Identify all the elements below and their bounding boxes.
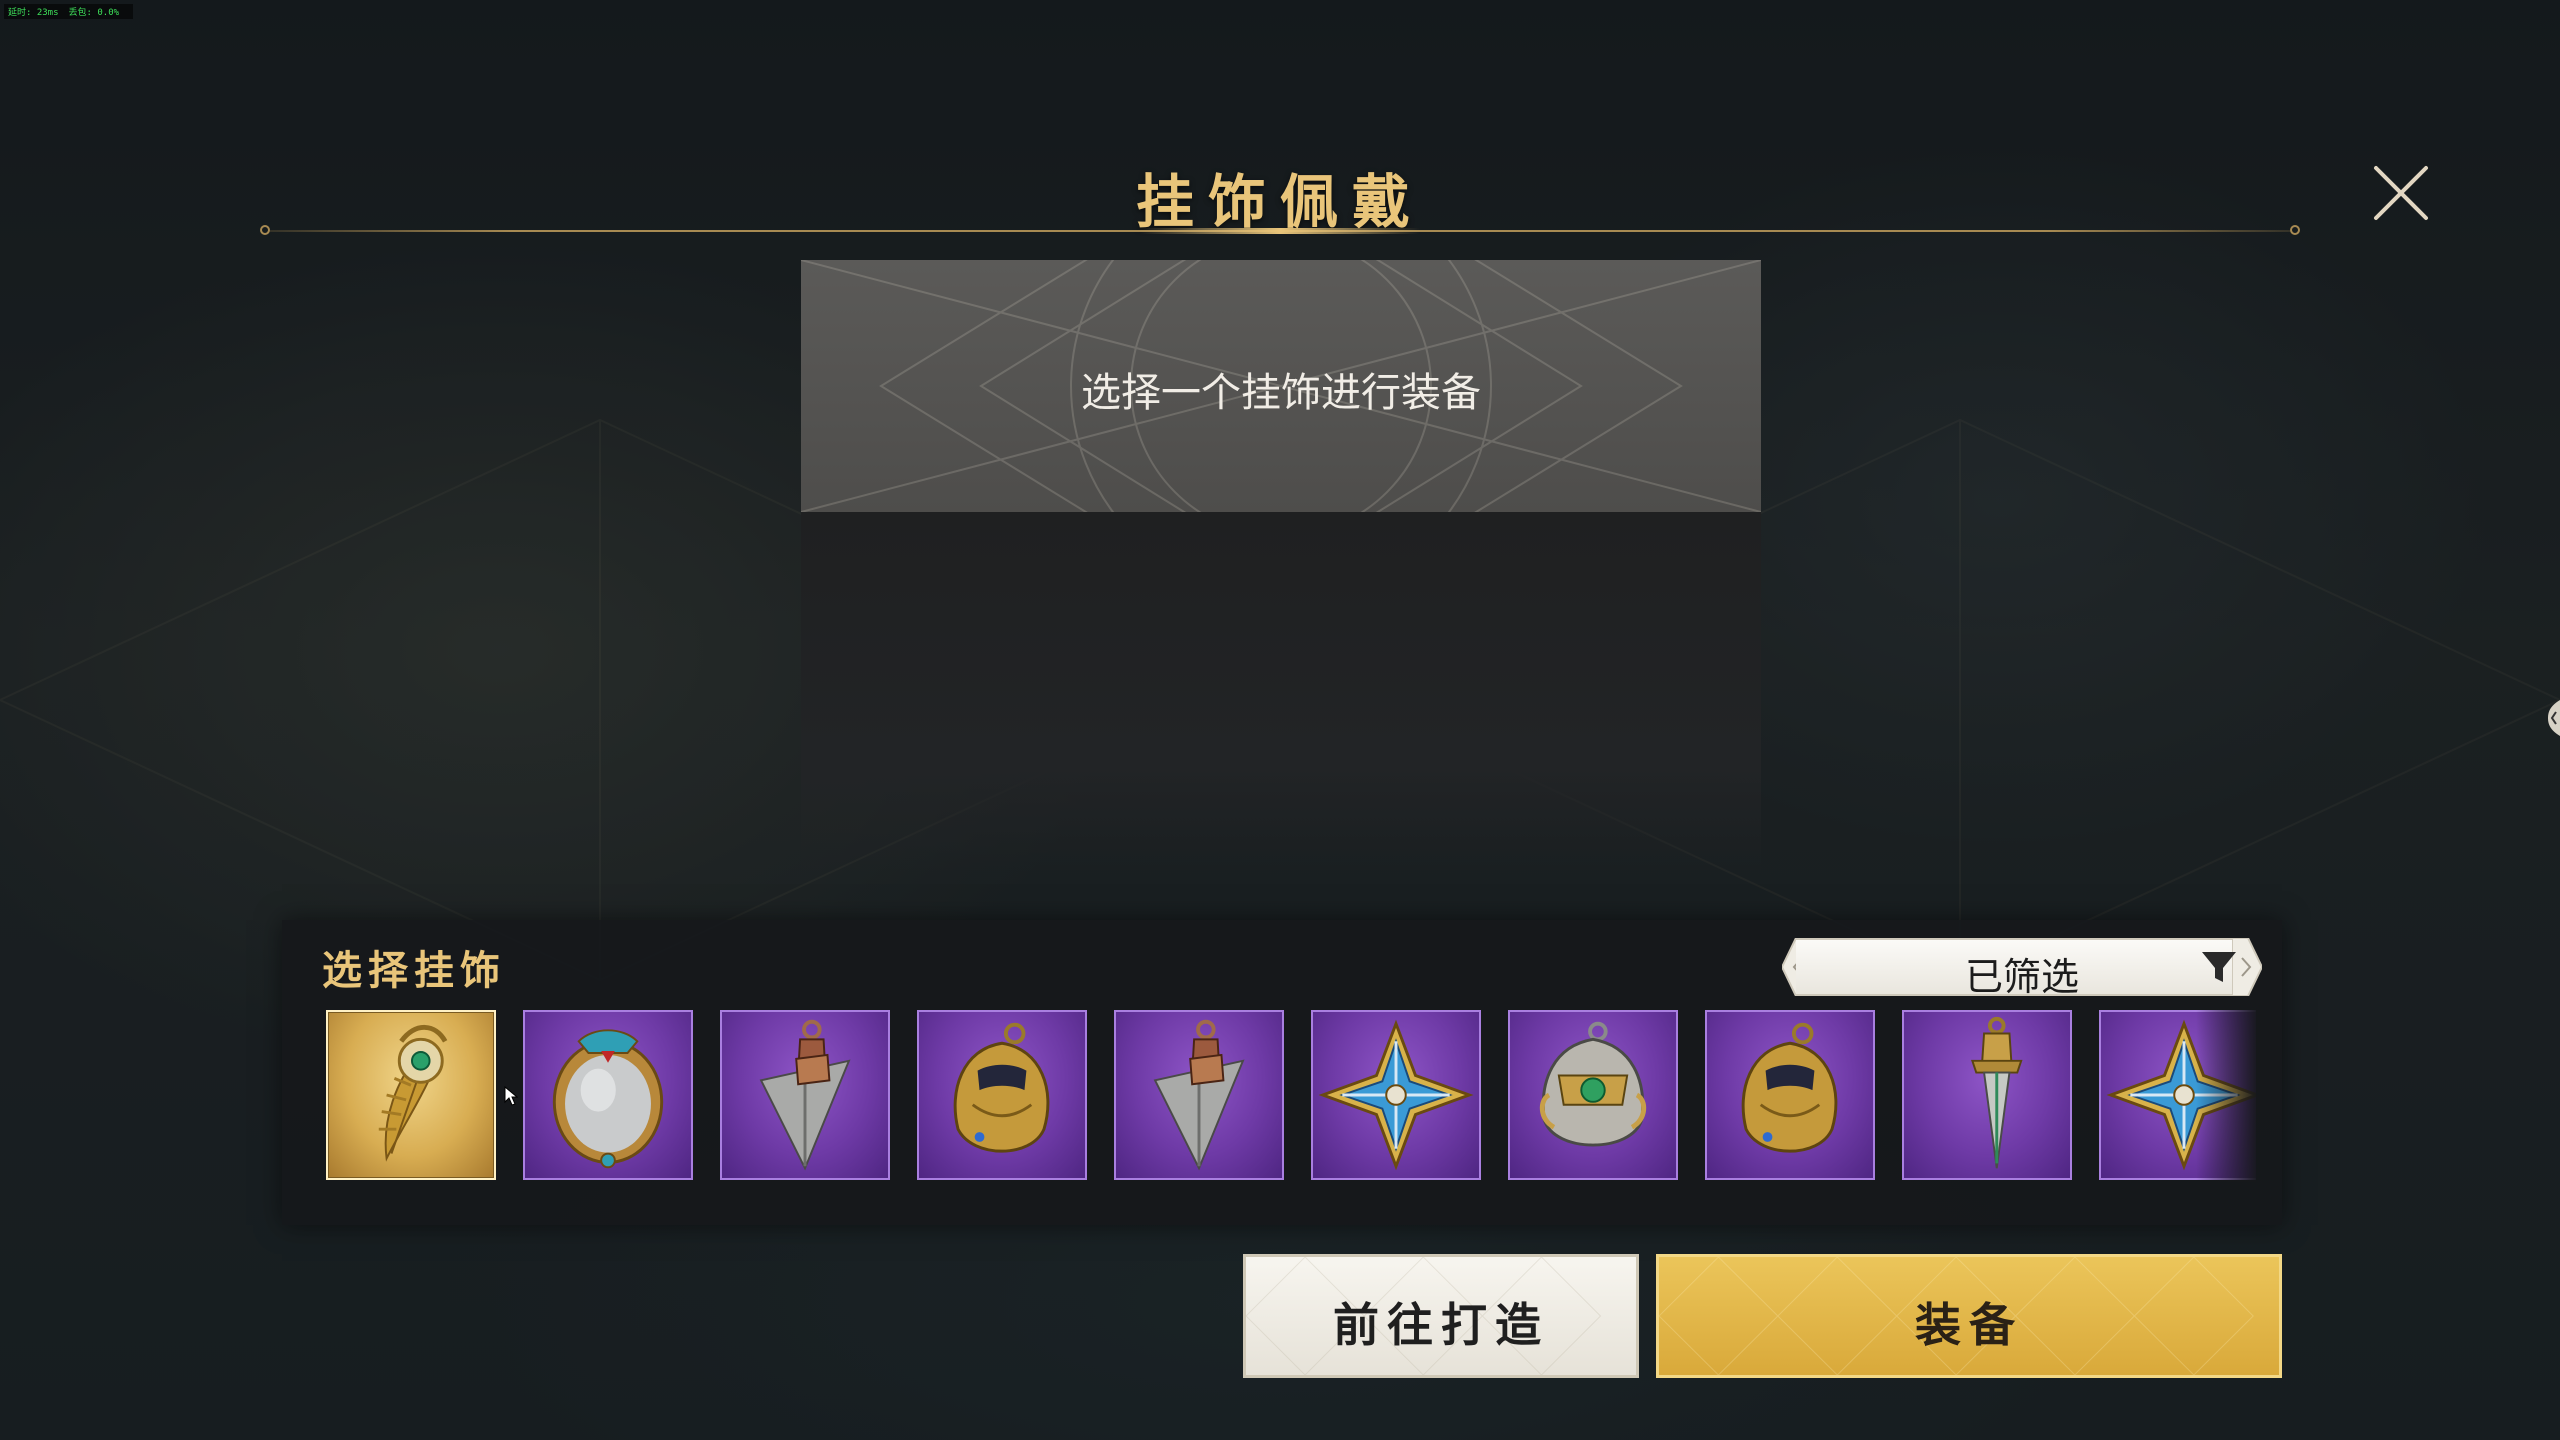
close-icon [2374,166,2428,220]
perf-overlay: 延时: 23ms 丢包: 0.0% [4,4,134,19]
golden-bell-icon [953,1022,1050,1153]
dagger-icon [1970,1016,2023,1169]
pendant-slot-arrowhead-2[interactable] [1114,1010,1284,1180]
filter-button[interactable]: 已筛选 [1782,938,2262,999]
pendant-slot-golden-bell-2[interactable] [1705,1010,1875,1180]
pendant-slot-dagger[interactable] [1902,1010,2072,1180]
funnel-icon [2202,952,2236,982]
pendant-slot-golden-bell-1[interactable] [917,1010,1087,1180]
pendant-slot-silver-shield[interactable] [1508,1010,1678,1180]
equip-label: 装备 [1915,1298,2023,1352]
pendant-slot-golden-feather[interactable] [326,1010,496,1180]
pendant-selection-panel: 选择挂饰 已筛选 [282,920,2282,1225]
blue-star-icon [2106,1019,2256,1171]
arrowhead-icon [1153,1019,1245,1171]
pendant-slot-blue-star-2[interactable] [2099,1010,2256,1180]
title-divider [260,225,2300,235]
close-button[interactable] [2368,160,2434,226]
preview-model-area [801,512,1761,872]
pendant-list [326,1010,2256,1182]
silver-mirror-icon [552,1029,664,1169]
filter-label: 已筛选 [1964,955,2079,999]
preview-banner: 选择一个挂饰进行装备 [801,260,1761,512]
preview-hint-text: 选择一个挂饰进行装备 [1081,370,1481,416]
panel-title: 选择挂饰 [322,947,506,994]
pendant-slot-arrowhead-1[interactable] [720,1010,890,1180]
mouse-cursor-icon [504,1086,518,1106]
dialog-title: 挂饰佩戴 [1135,168,1424,236]
packet-loss-readout: 丢包: 0.0% [68,8,120,18]
side-panel-handle[interactable] [2546,700,2560,736]
latency-readout: 延时: 23ms [8,8,59,18]
pendant-preview-area: 选择一个挂饰进行装备 [801,260,1761,872]
arrowhead-icon [759,1019,851,1171]
golden-bell-icon [1741,1022,1838,1153]
go-forge-button[interactable]: 前往打造 [1243,1254,1639,1378]
pendant-slot-silver-mirror[interactable] [523,1010,693,1180]
go-forge-label: 前往打造 [1333,1298,1549,1352]
equip-button[interactable]: 装备 [1656,1254,2282,1378]
pendant-slot-blue-star-1[interactable] [1311,1010,1481,1180]
silver-shield-icon [1539,1021,1647,1147]
blue-star-icon [1318,1019,1474,1171]
golden-feather-icon [378,1025,448,1162]
